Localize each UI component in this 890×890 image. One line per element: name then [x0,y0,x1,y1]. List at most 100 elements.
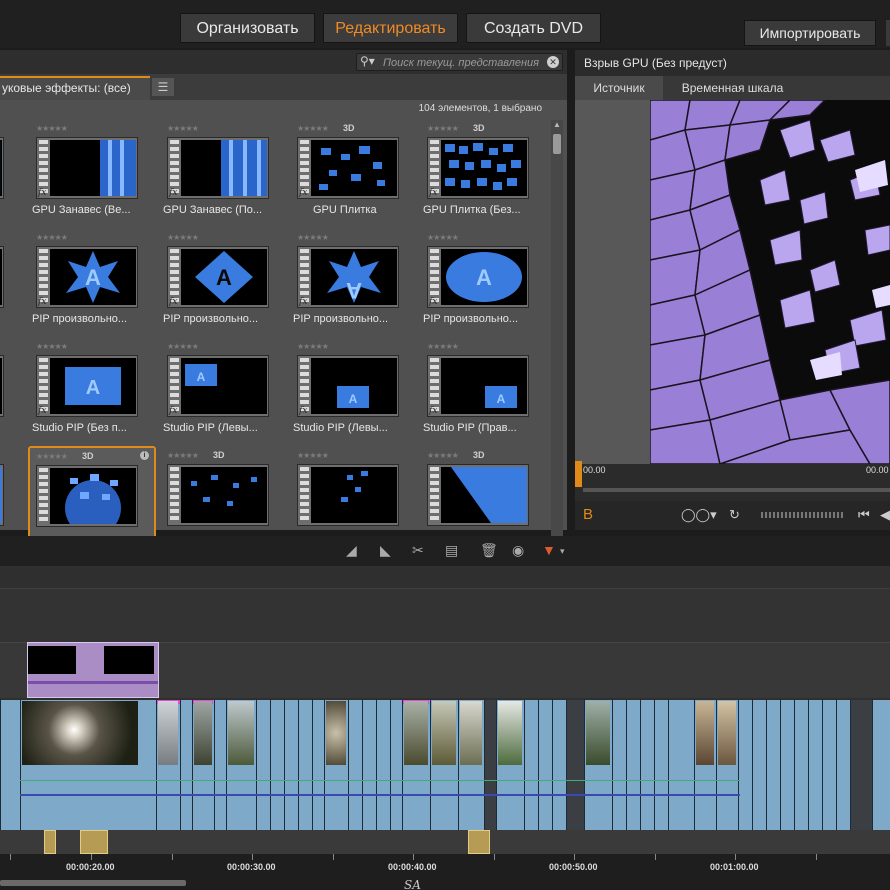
stereo-glasses-icon[interactable]: ◯◯▾ [681,507,717,523]
video-clip[interactable] [836,700,850,830]
video-clip[interactable] [538,700,552,830]
skip-start-icon[interactable]: ⏮ [858,507,870,523]
rating-stars[interactable]: ★★★★★ [167,342,199,351]
rating-stars[interactable]: ★★★★★ [36,233,68,242]
trash-icon[interactable]: 🗑 [480,542,498,559]
video-clip[interactable] [284,700,298,830]
video-clip[interactable] [270,700,284,830]
effect-tile-partial[interactable] [0,229,22,333]
scrubber[interactable] [583,488,890,492]
rating-stars[interactable]: ★★★★★ [427,124,459,133]
overflow-button[interactable] [886,20,890,46]
video-clip[interactable] [822,700,836,830]
chevron-down-icon[interactable]: ▾ [560,546,565,557]
loop-icon[interactable]: ↻ [729,507,740,523]
effect-tile[interactable]: ★★★★★ fx A Studio PIP (Прав... [421,338,547,442]
scroll-up-icon[interactable]: ▲ [551,120,563,130]
track-overlay[interactable] [0,588,890,642]
audio-track[interactable] [0,830,890,854]
rating-stars[interactable]: ★★★★★ [297,124,329,133]
effect-tile[interactable]: ★★★★★ fx A PIP произвольно... [421,229,547,333]
rating-stars[interactable]: ★★★★★ [167,124,199,133]
video-clip[interactable] [458,700,484,830]
volume-meter[interactable] [761,512,843,518]
video-clip[interactable] [808,700,822,830]
effect-tile[interactable]: ★★★★★ 3D fx GPU Плитка (Без... [421,120,547,224]
video-clip[interactable] [872,700,890,830]
video-clip[interactable] [324,700,348,830]
split-right-icon[interactable]: ◣ [380,542,391,559]
search-box[interactable]: ⚲▾ ✕ [356,53,563,71]
camera-icon[interactable]: ◉ [512,542,524,559]
video-clip[interactable] [716,700,738,830]
tab-video-effects[interactable]: уковые эффекты: (все) [0,76,150,100]
marker-icon[interactable]: ▼ [542,542,556,558]
timeline-scrollbar[interactable] [0,880,186,886]
video-clip[interactable] [180,700,192,830]
razor-icon[interactable]: ✂ [412,542,424,559]
video-clip[interactable] [214,700,226,830]
split-left-icon[interactable]: ◢ [346,542,357,559]
add-tab-icon[interactable]: ☰ [152,78,174,96]
effect-tile-selected[interactable]: ★★★★★ 3D i [28,446,156,550]
video-clip[interactable] [484,700,496,830]
video-clip[interactable] [780,700,794,830]
tab-edit[interactable]: Редактировать [323,13,458,43]
video-clip[interactable] [738,700,752,830]
rating-stars[interactable]: ★★★★★ [167,233,199,242]
effect-tile[interactable]: ★★★★★ 3D fx GPU Плитка [291,120,417,224]
tab-timeline[interactable]: Временная шкала [665,76,800,100]
video-clip[interactable] [0,700,20,830]
video-clip[interactable] [626,700,640,830]
video-clip[interactable] [766,700,780,830]
search-input[interactable] [383,55,543,70]
playhead-marker[interactable] [575,461,582,487]
clear-search-icon[interactable]: ✕ [547,56,559,68]
video-clip[interactable] [654,700,668,830]
effect-tile-partial[interactable] [0,120,22,224]
rating-stars[interactable]: ★★★★★ [36,342,68,351]
tab-source[interactable]: Источник [575,76,663,100]
effect-tile-partial[interactable] [0,447,22,550]
rewind-icon[interactable]: ◀ [880,507,890,523]
rating-stars[interactable]: ★★★★★ [427,451,459,460]
effect-tile[interactable]: ★★★★★ fx A PIP произвольно... [291,229,417,333]
video-clip[interactable] [496,700,524,830]
tab-organize[interactable]: Организовать [180,13,315,43]
video-clip[interactable] [376,700,390,830]
video-clip[interactable] [640,700,654,830]
audio-clip[interactable] [44,830,56,854]
search-icon[interactable]: ⚲▾ [360,54,375,68]
video-clip[interactable] [584,700,612,830]
audio-clip[interactable] [80,830,108,854]
video-clip[interactable] [668,700,694,830]
video-clip[interactable] [298,700,312,830]
rating-stars[interactable]: ★★★★★ [297,342,329,351]
video-clip[interactable] [694,700,716,830]
video-clip[interactable] [192,700,214,830]
rating-stars[interactable]: ★★★★★ [427,233,459,242]
rating-stars[interactable]: ★★★★★ [427,342,459,351]
info-icon[interactable]: i [140,451,149,460]
rating-stars[interactable]: ★★★★★ [167,451,199,460]
title-icon[interactable]: ▤ [445,542,458,559]
audio-clip[interactable] [468,830,490,854]
effect-tile[interactable]: ★★★★★ fx GPU Занавес (Ве... [30,120,156,224]
video-clip[interactable] [430,700,458,830]
time-ruler[interactable]: 00:00:20.00 00:00:30.00 00:00:40.00 00:0… [0,854,890,890]
effect-tile[interactable]: ★★★★★ fx A Studio PIP (Левы... [291,338,417,442]
effect-tile[interactable]: ★★★★★ fx A PIP произвольно... [161,229,287,333]
rating-stars[interactable]: ★★★★★ [297,451,329,460]
tab-create-dvd[interactable]: Создать DVD [466,13,601,43]
rating-stars[interactable]: ★★★★★ [297,233,329,242]
video-clip[interactable] [752,700,766,830]
video-clip[interactable] [390,700,402,830]
import-button[interactable]: Импортировать [744,20,876,46]
video-clip[interactable] [566,700,584,830]
effect-tile[interactable]: ★★★★★ 3D [421,447,547,550]
video-track[interactable] [0,700,890,830]
video-clip[interactable] [362,700,376,830]
title-clip[interactable] [27,642,159,698]
video-clip[interactable] [256,700,270,830]
effect-tile[interactable]: ★★★★★ [291,447,417,550]
